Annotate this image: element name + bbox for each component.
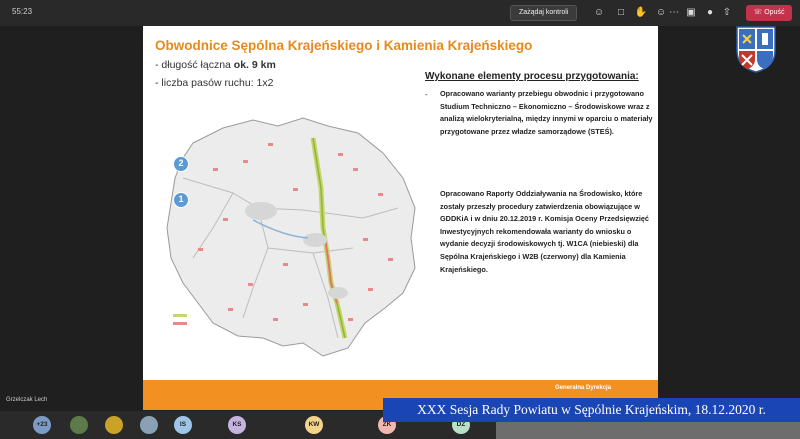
variant-marker-2: 2 (173, 156, 189, 172)
mic-icon[interactable]: ● (703, 6, 717, 20)
lanes-bullet: - liczba pasów ruchu: 1x2 (155, 77, 274, 89)
share-icon[interactable]: ⇧ (720, 6, 734, 20)
variant-marker-1: 1 (173, 192, 189, 208)
length-prefix: - długość łączna (155, 59, 234, 71)
paragraph-environmental-reports: Opracowano Raporty Oddziaływania na Środ… (440, 189, 649, 274)
leave-button[interactable]: ☏ Opuść (746, 5, 792, 21)
presentation-slide: Obwodnice Sępólna Krajeńskiego i Kamieni… (143, 26, 658, 410)
chat-icon[interactable]: □ (614, 6, 628, 20)
more-icon[interactable]: ⋯ (667, 6, 681, 20)
participant-avatar[interactable] (140, 416, 158, 434)
panel-heading: Wykonane elementy procesu przygotowania: (425, 71, 639, 82)
coat-of-arms-logo (736, 26, 776, 73)
footer-brand-text: Generalna Dyrekcja (555, 385, 612, 391)
length-bullet: - długość łączna ok. 9 km (155, 59, 276, 71)
reactions-icon[interactable]: ☺ (654, 6, 668, 20)
camera-icon[interactable]: ▣ (684, 6, 698, 20)
session-caption: XXX Sesja Rady Powiatu w Sępólnie Krajeń… (383, 398, 800, 422)
leave-label: Opuść (764, 9, 785, 16)
paragraph-steś: Opracowano warianty przebiegu obwodnic i… (440, 89, 653, 136)
participant-avatar[interactable] (105, 416, 123, 434)
participant-avatar[interactable]: KW (305, 416, 323, 434)
request-control-button[interactable]: Zażądaj kontroli (510, 5, 578, 21)
presenter-name: Grzelczak Lech (6, 397, 48, 403)
panel-dash: - (425, 90, 428, 99)
participants-icon[interactable]: ☺ (592, 6, 606, 20)
participant-video-thumbnails (496, 422, 800, 439)
slide-title: Obwodnice Sępólna Krajeńskiego i Kamieni… (155, 38, 533, 53)
length-value: ok. 9 km (233, 59, 276, 71)
region-map: 2 1 (153, 108, 423, 360)
participant-overflow-avatar[interactable]: +23 (33, 416, 51, 434)
phone-icon: ☏ (753, 9, 763, 16)
participant-avatar[interactable]: KS (228, 416, 246, 434)
raise-hand-icon[interactable]: ✋ (634, 6, 648, 20)
region-map-drawing (166, 117, 416, 357)
participant-avatar[interactable]: IS (174, 416, 192, 434)
meeting-timer: 55:23 (12, 7, 33, 16)
meeting-toolbar: 55:23 Zażądaj kontroli ☺ □ ✋ ☺ ⋯ ▣ ● ⇧ ☏… (0, 0, 800, 26)
participant-avatar[interactable] (70, 416, 88, 434)
